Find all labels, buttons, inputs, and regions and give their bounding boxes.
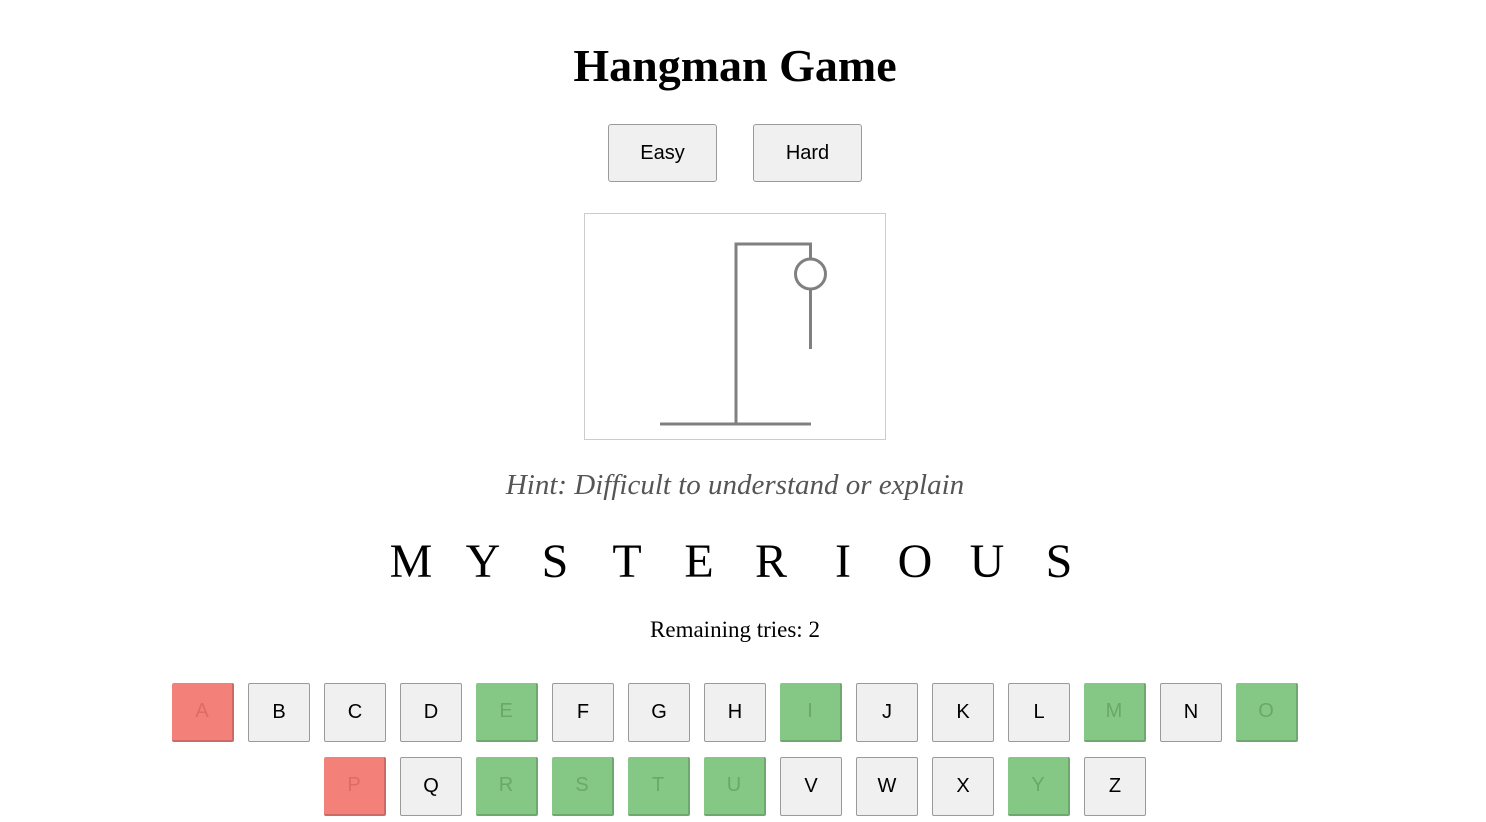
key-k[interactable]: K (932, 683, 994, 742)
key-d[interactable]: D (400, 683, 462, 742)
word-letter: T (612, 535, 642, 588)
remaining-tries: Remaining tries: 2 (650, 617, 820, 642)
hint-text: Hint: Difficult to understand or explain (505, 469, 965, 501)
key-n[interactable]: N (1160, 683, 1222, 742)
key-s[interactable]: S (552, 757, 614, 816)
key-x[interactable]: X (932, 757, 994, 816)
key-r[interactable]: R (476, 757, 538, 816)
key-p[interactable]: P (324, 757, 386, 816)
key-h[interactable]: H (704, 683, 766, 742)
key-a[interactable]: A (172, 683, 234, 742)
word-letter: S (1045, 535, 1073, 588)
key-q[interactable]: Q (400, 757, 462, 816)
key-b[interactable]: B (248, 683, 310, 742)
hangman-page: Hangman Game Easy Hard Hint: Difficult t… (0, 0, 1486, 822)
key-e[interactable]: E (476, 683, 538, 742)
key-u[interactable]: U (704, 757, 766, 816)
keyboard-row-1: ABCDEFGHIJKLMNO (0, 683, 1470, 742)
keyboard-row-2: PQRSTUVWXYZ (0, 757, 1470, 816)
word-letter: M (389, 535, 433, 588)
hangman-drawing (584, 213, 886, 440)
word-letter: S (541, 535, 569, 588)
key-f[interactable]: F (552, 683, 614, 742)
word-letter: I (835, 535, 851, 588)
gallows-svg (660, 242, 827, 426)
word-letter: E (684, 535, 714, 588)
key-m[interactable]: M (1084, 683, 1146, 742)
word-display: MYSTERIOUS (0, 532, 1470, 592)
key-o[interactable]: O (1236, 683, 1298, 742)
key-i[interactable]: I (780, 683, 842, 742)
key-g[interactable]: G (628, 683, 690, 742)
key-w[interactable]: W (856, 757, 918, 816)
word-letter: U (969, 535, 1005, 588)
key-j[interactable]: J (856, 683, 918, 742)
difficulty-selector: Easy Hard (0, 124, 1470, 182)
word-letter: O (897, 535, 933, 588)
word-letter: Y (465, 535, 501, 588)
hard-button[interactable]: Hard (753, 124, 862, 182)
easy-button[interactable]: Easy (608, 124, 717, 182)
page-title: Hangman Game (573, 40, 897, 91)
key-y[interactable]: Y (1008, 757, 1070, 816)
key-l[interactable]: L (1008, 683, 1070, 742)
hangman-head (794, 257, 827, 291)
word-letter: R (754, 535, 787, 588)
key-t[interactable]: T (628, 757, 690, 816)
key-c[interactable]: C (324, 683, 386, 742)
key-v[interactable]: V (780, 757, 842, 816)
key-z[interactable]: Z (1084, 757, 1146, 816)
